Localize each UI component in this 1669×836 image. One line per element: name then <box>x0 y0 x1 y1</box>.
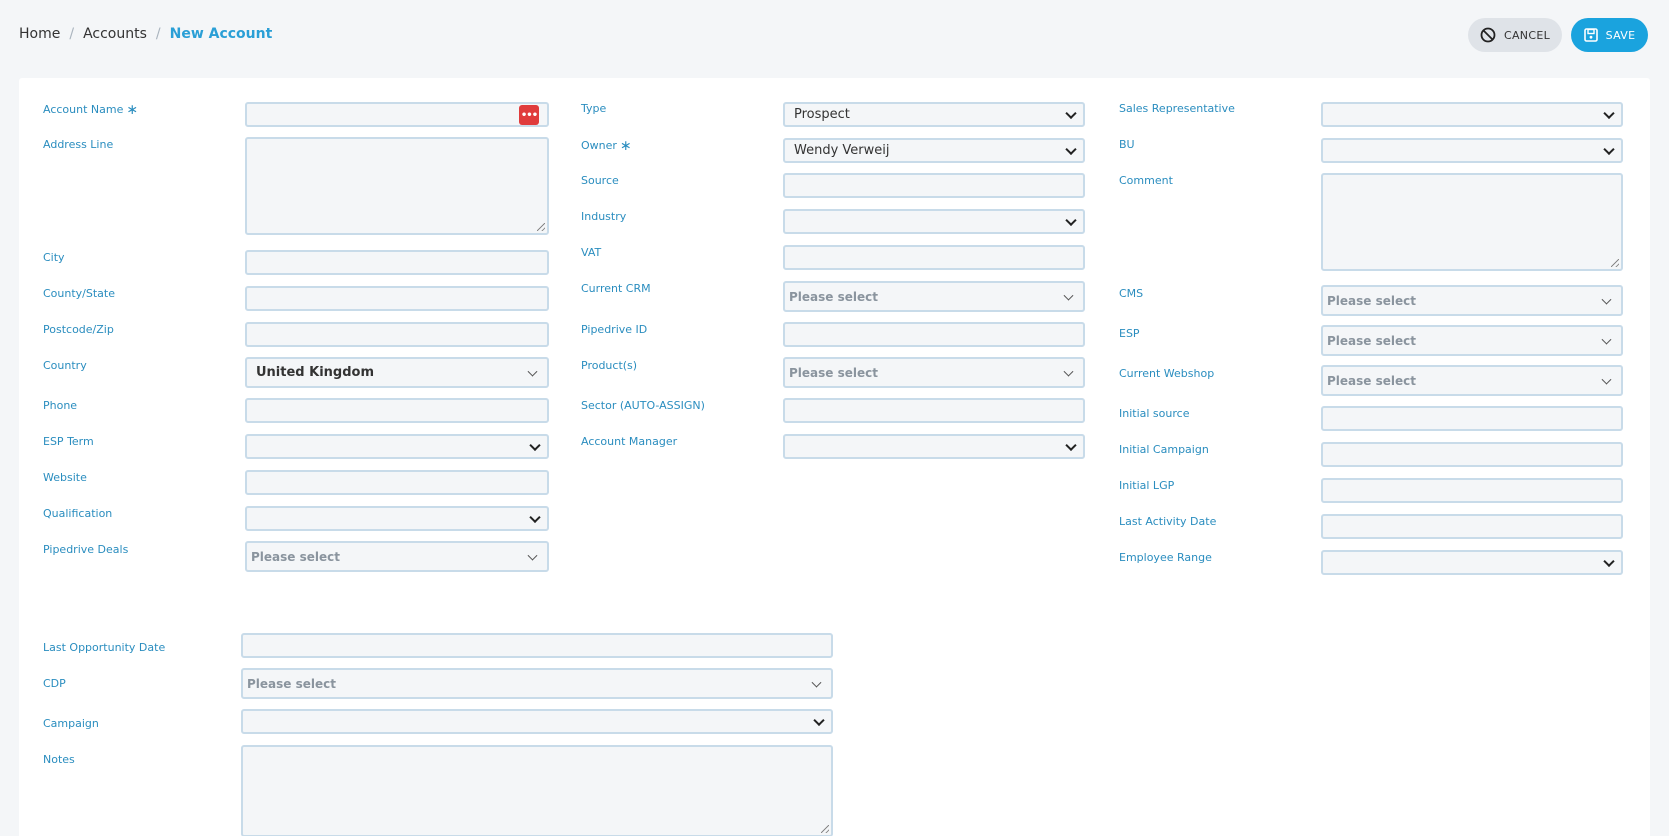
last-opportunity-date-label: Last Opportunity Date <box>43 641 166 654</box>
city-input[interactable] <box>245 250 549 275</box>
pipedrive-deals-label: Pipedrive Deals <box>43 543 129 556</box>
industry-label: Industry <box>581 210 627 223</box>
products-label: Product(s) <box>581 359 638 372</box>
county-state-input[interactable] <box>245 286 549 311</box>
industry-select[interactable] <box>783 209 1085 234</box>
last-activity-date-label: Last Activity Date <box>1119 515 1217 528</box>
country-label: Country <box>43 359 87 372</box>
comment-textarea[interactable] <box>1321 173 1623 271</box>
esp-term-select[interactable] <box>245 434 549 459</box>
sector-input[interactable] <box>783 398 1085 423</box>
esp-select[interactable]: Please select <box>1321 325 1623 356</box>
sector-label: Sector (AUTO-ASSIGN) <box>581 399 705 412</box>
account-name-input[interactable]: ••• <box>245 102 549 127</box>
phone-input[interactable] <box>245 398 549 423</box>
address-line-textarea[interactable] <box>245 137 549 235</box>
resize-grip-icon[interactable] <box>1611 259 1619 267</box>
notes-textarea[interactable] <box>241 745 833 836</box>
initial-lgp-label: Initial LGP <box>1119 479 1175 492</box>
esp-label: ESP <box>1119 327 1140 340</box>
cdp-label: CDP <box>43 677 66 690</box>
campaign-label: Campaign <box>43 717 99 730</box>
esp-term-label: ESP Term <box>43 435 94 448</box>
campaign-select[interactable] <box>241 709 833 734</box>
pipedrive-deals-select[interactable]: Please select <box>245 541 549 572</box>
current-crm-select[interactable]: Please select <box>783 281 1085 312</box>
bu-select[interactable] <box>1321 138 1623 163</box>
save-button[interactable]: SAVE <box>1571 18 1648 52</box>
cancel-label: CANCEL <box>1504 28 1550 42</box>
postcode-zip-label: Postcode/Zip <box>43 323 114 336</box>
vat-input[interactable] <box>783 245 1085 270</box>
account-name-label: Account Name ∗ <box>43 102 139 118</box>
cms-select[interactable]: Please select <box>1321 285 1623 316</box>
type-label: Type <box>581 102 607 115</box>
sales-rep-select[interactable] <box>1321 102 1623 127</box>
county-state-label: County/State <box>43 287 115 300</box>
address-line-label: Address Line <box>43 138 114 151</box>
current-crm-label: Current CRM <box>581 282 651 295</box>
breadcrumb-home[interactable]: Home <box>19 26 60 42</box>
initial-lgp-input[interactable] <box>1321 478 1623 503</box>
resize-grip-icon[interactable] <box>821 825 829 833</box>
last-opportunity-date-input[interactable] <box>241 633 833 658</box>
employee-range-label: Employee Range <box>1119 551 1212 564</box>
pipedrive-id-input[interactable] <box>783 322 1085 347</box>
website-label: Website <box>43 471 87 484</box>
sales-rep-label: Sales Representative <box>1119 102 1235 115</box>
account-form-card: Account Name ∗ ••• Address Line City Coun… <box>19 78 1650 836</box>
initial-source-label: Initial source <box>1119 407 1190 420</box>
resize-grip-icon[interactable] <box>537 223 545 231</box>
ban-icon <box>1480 27 1496 43</box>
initial-campaign-input[interactable] <box>1321 442 1623 467</box>
qualification-label: Qualification <box>43 507 113 520</box>
initial-campaign-label: Initial Campaign <box>1119 443 1209 456</box>
bu-label: BU <box>1119 138 1135 151</box>
type-select[interactable]: Prospect <box>783 102 1085 127</box>
phone-label: Phone <box>43 399 78 412</box>
owner-label: Owner ∗ <box>581 138 632 154</box>
products-select[interactable]: Please select <box>783 357 1085 388</box>
source-input[interactable] <box>783 173 1085 198</box>
pipedrive-id-label: Pipedrive ID <box>581 323 648 336</box>
owner-select[interactable]: Wendy Verweij <box>783 138 1085 163</box>
postcode-zip-input[interactable] <box>245 322 549 347</box>
cancel-button[interactable]: CANCEL <box>1468 18 1562 52</box>
notes-label: Notes <box>43 753 75 766</box>
employee-range-select[interactable] <box>1321 550 1623 575</box>
current-webshop-label: Current Webshop <box>1119 367 1215 380</box>
cdp-select[interactable]: Please select <box>241 668 833 699</box>
city-label: City <box>43 251 65 264</box>
breadcrumb-separator: / <box>155 26 161 42</box>
breadcrumb-separator: / <box>69 26 75 42</box>
cms-label: CMS <box>1119 287 1144 300</box>
breadcrumb-current: New Account <box>169 26 273 42</box>
website-input[interactable] <box>245 470 549 495</box>
account-manager-label: Account Manager <box>581 435 678 448</box>
account-manager-select[interactable] <box>783 434 1085 459</box>
initial-source-input[interactable] <box>1321 406 1623 431</box>
vat-label: VAT <box>581 246 602 259</box>
country-select[interactable]: United Kingdom <box>245 357 549 388</box>
save-label: SAVE <box>1605 28 1636 42</box>
qualification-select[interactable] <box>245 506 549 531</box>
current-webshop-select[interactable]: Please select <box>1321 365 1623 396</box>
breadcrumb-accounts[interactable]: Accounts <box>83 26 147 42</box>
save-icon <box>1583 28 1598 42</box>
password-dots-icon[interactable]: ••• <box>519 105 539 125</box>
last-activity-date-input[interactable] <box>1321 514 1623 539</box>
source-label: Source <box>581 174 619 187</box>
breadcrumb: Home / Accounts / New Account <box>19 26 272 42</box>
comment-label: Comment <box>1119 174 1173 187</box>
